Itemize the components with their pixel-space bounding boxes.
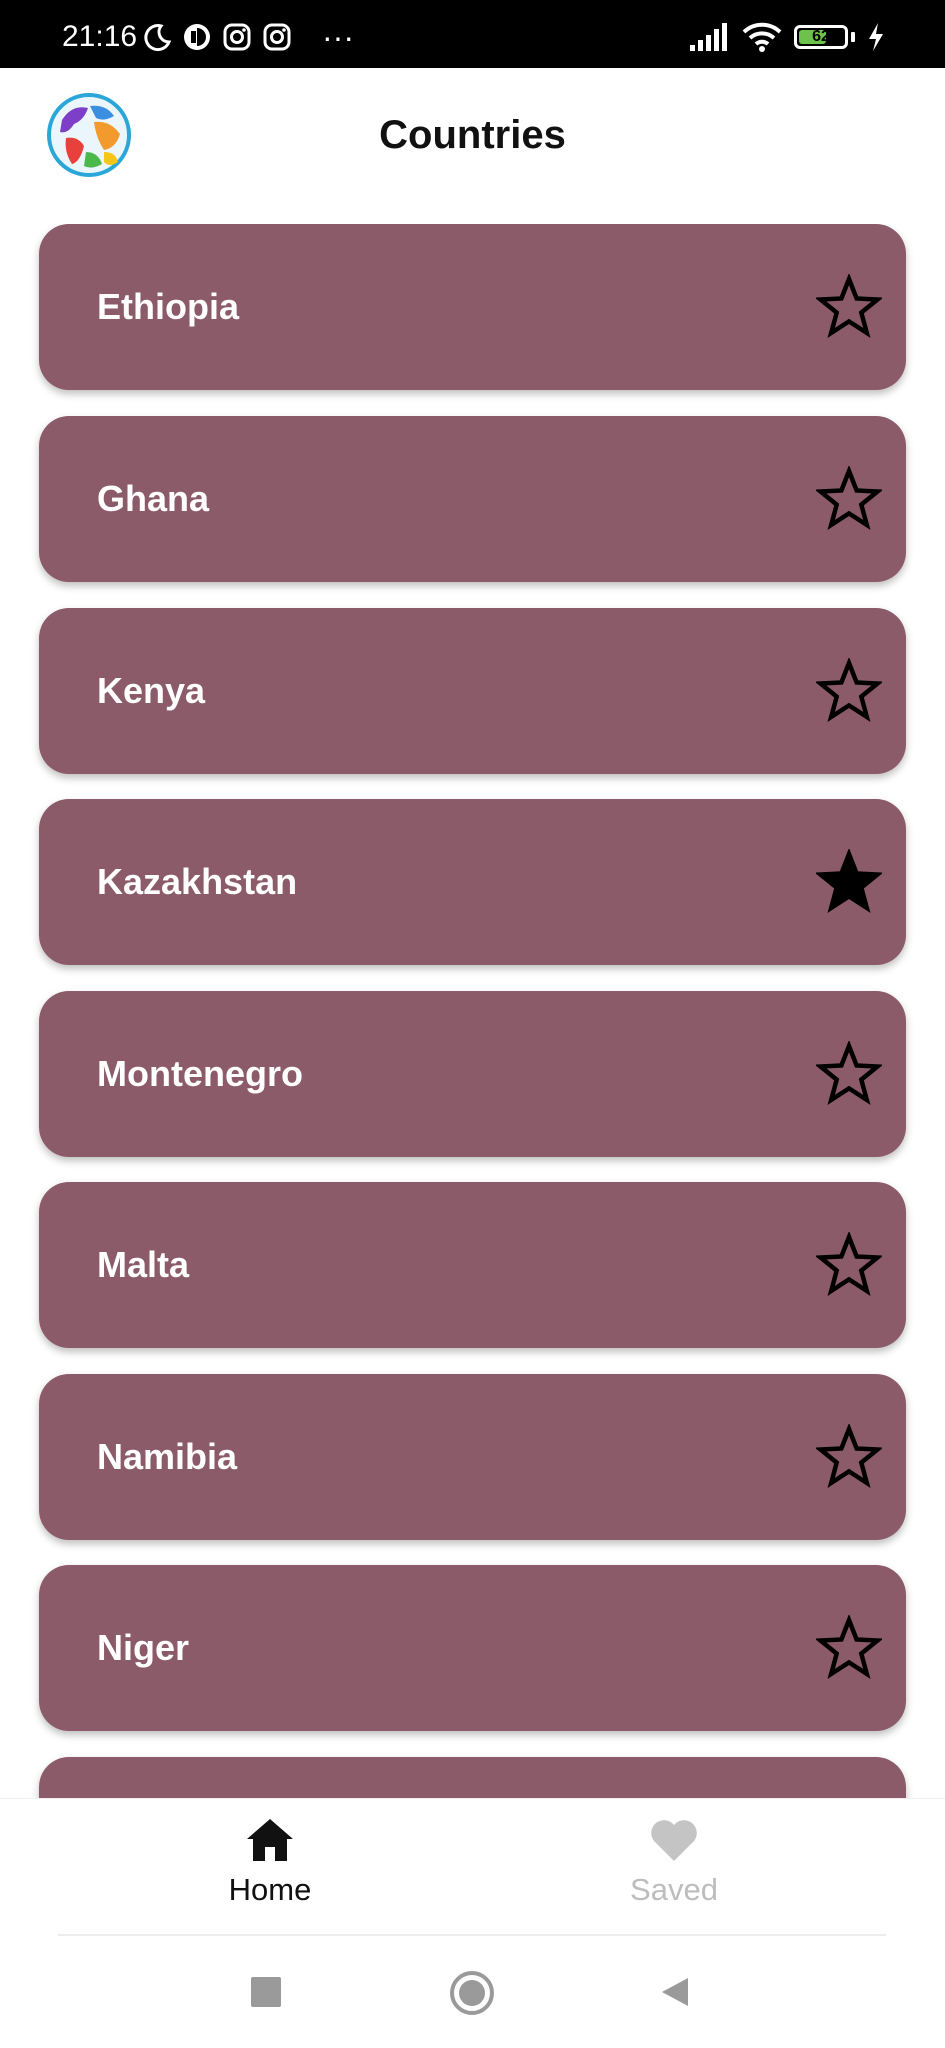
star-outline-icon[interactable]	[814, 464, 884, 532]
country-card-partial[interactable]	[39, 1757, 906, 1798]
star-filled-icon[interactable]	[814, 847, 884, 915]
home-circle-icon[interactable]	[449, 1970, 495, 2016]
country-name: Namibia	[97, 1436, 238, 1477]
country-card[interactable]: Montenegro	[39, 991, 906, 1157]
nav-home[interactable]: Home	[170, 1817, 370, 1908]
moon-icon	[144, 24, 172, 52]
country-name: Kazakhstan	[97, 861, 298, 902]
country-card[interactable]: Kazakhstan	[39, 799, 906, 965]
nav-home-label: Home	[228, 1872, 312, 1907]
status-icons-left: ···	[142, 19, 354, 55]
app-header: Countries	[0, 68, 945, 208]
signal-icon	[690, 23, 727, 51]
country-card[interactable]: Niger	[39, 1565, 906, 1731]
country-card[interactable]: Ethiopia	[39, 224, 906, 390]
country-name: Ghana	[97, 478, 210, 519]
wifi-icon	[742, 22, 782, 52]
vpn-icon	[184, 24, 210, 50]
nav-saved-label: Saved	[630, 1872, 718, 1907]
system-nav	[0, 1936, 945, 2048]
star-outline-icon[interactable]	[814, 1230, 884, 1298]
back-triangle-icon[interactable]	[660, 1976, 690, 2008]
charging-icon	[869, 23, 883, 51]
country-list[interactable]: Ethiopia Ghana Kenya Kazakhstan Monteneg…	[0, 224, 945, 1798]
page-title: Countries	[379, 113, 566, 157]
country-name: Malta	[97, 1244, 190, 1285]
star-outline-icon[interactable]	[814, 1039, 884, 1107]
battery-icon: 62	[794, 25, 848, 49]
bottom-nav: Home Saved	[0, 1798, 945, 1935]
country-name: Montenegro	[97, 1053, 303, 1094]
country-card[interactable]: Malta	[39, 1182, 906, 1348]
battery-level: 62	[812, 28, 830, 45]
country-name: Kenya	[97, 670, 206, 711]
home-icon	[247, 1819, 293, 1861]
instagram-icon	[263, 23, 291, 51]
status-bar: 21:16 ··· 62	[0, 0, 945, 68]
status-icons-right: 62	[688, 22, 885, 52]
star-outline-icon[interactable]	[814, 1613, 884, 1681]
country-card[interactable]: Namibia	[39, 1374, 906, 1540]
star-outline-icon[interactable]	[814, 656, 884, 724]
country-card[interactable]: Ghana	[39, 416, 906, 582]
country-card[interactable]: Kenya	[39, 608, 906, 774]
country-name: Niger	[97, 1627, 190, 1668]
battery-tip	[851, 32, 855, 42]
country-name: Ethiopia	[97, 286, 239, 327]
recents-square-icon[interactable]	[250, 1976, 282, 2008]
nav-saved[interactable]: Saved	[574, 1817, 774, 1908]
heart-icon	[651, 1820, 697, 1861]
star-outline-icon[interactable]	[814, 272, 884, 340]
status-time: 21:16	[62, 20, 138, 53]
more-dots-icon: ···	[322, 19, 354, 55]
instagram-icon	[223, 23, 251, 51]
star-outline-icon[interactable]	[814, 1422, 884, 1490]
